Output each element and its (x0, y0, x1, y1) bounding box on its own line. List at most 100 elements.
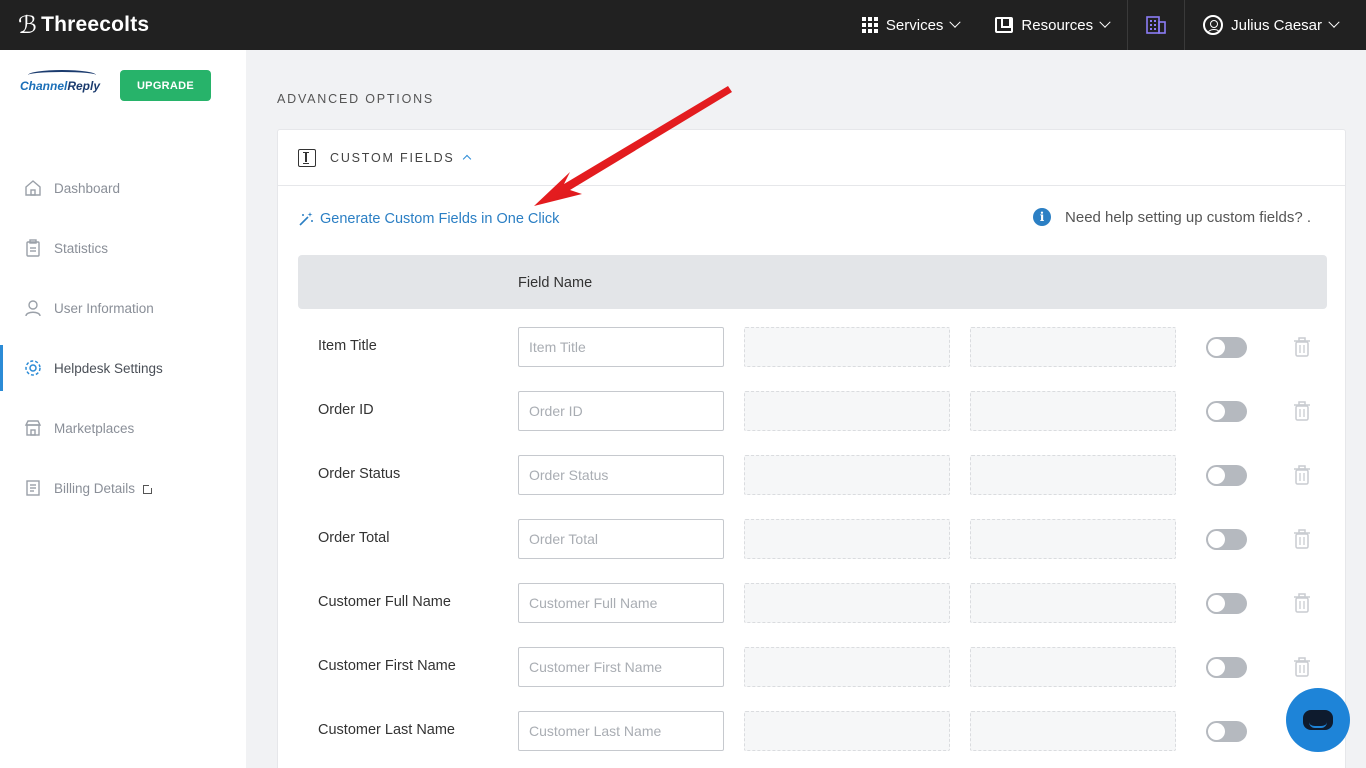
table-row: Customer Last Name (298, 711, 1327, 751)
building-button[interactable] (1128, 0, 1184, 50)
field-toggle[interactable] (1206, 529, 1247, 550)
help-label: Need help setting up custom fields? . (1065, 208, 1311, 226)
user-icon (25, 300, 41, 317)
trash-icon[interactable] (1294, 657, 1310, 677)
field-label: Item Title (318, 338, 377, 354)
chat-icon (1303, 710, 1333, 730)
field-name-input[interactable] (518, 583, 724, 623)
sidebar-item-label: Billing Details (54, 480, 136, 496)
chevron-down-icon (1328, 16, 1340, 28)
help-text[interactable]: i Need help setting up custom fields? . (1033, 208, 1311, 226)
field-label: Order Total (318, 530, 390, 546)
external-link-icon (143, 482, 155, 494)
magic-wand-icon (299, 212, 313, 226)
trash-icon[interactable] (1294, 593, 1310, 613)
field-name-input[interactable] (518, 647, 724, 687)
threecolts-mark-icon: ℬ (18, 11, 38, 39)
sidebar-item-dashboard[interactable]: Dashboard (0, 158, 246, 218)
top-bar: ℬ Threecolts Services Resources Julius C… (0, 0, 1366, 50)
channelreply-logo[interactable]: ChannelReply (20, 70, 100, 106)
resources-menu[interactable]: Resources (977, 0, 1127, 50)
trash-icon[interactable] (1294, 401, 1310, 421)
field-toggle[interactable] (1206, 657, 1247, 678)
field-toggle[interactable] (1206, 593, 1247, 614)
card-title: CUSTOM FIELDS (330, 150, 455, 165)
building-icon (1146, 16, 1166, 34)
field-name-input[interactable] (518, 327, 724, 367)
trash-icon[interactable] (1294, 465, 1310, 485)
field-label: Order ID (318, 402, 374, 418)
empty-field-slot (744, 711, 950, 751)
table-row: Order ID (298, 391, 1327, 431)
trash-icon[interactable] (1294, 337, 1310, 357)
empty-field-slot (744, 455, 950, 495)
field-toggle[interactable] (1206, 465, 1247, 486)
empty-field-slot (970, 391, 1176, 431)
sidebar-item-label: Statistics (54, 240, 109, 256)
user-menu[interactable]: Julius Caesar (1185, 0, 1366, 50)
field-label: Order Status (318, 466, 401, 482)
section-title: ADVANCED OPTIONS (277, 92, 435, 106)
field-label: Customer First Name (318, 658, 456, 674)
field-name-input[interactable] (518, 711, 724, 751)
receipt-icon (26, 480, 40, 496)
field-toggle[interactable] (1206, 401, 1247, 422)
store-icon (24, 420, 42, 436)
trash-icon[interactable] (1294, 529, 1310, 549)
empty-field-slot (970, 519, 1176, 559)
empty-field-slot (744, 391, 950, 431)
user-circle-icon (1203, 15, 1224, 35)
table-row: Customer Full Name (298, 583, 1327, 623)
field-name-input[interactable] (518, 455, 724, 495)
clipboard-icon (26, 239, 40, 257)
table-row: Item Title (298, 327, 1327, 367)
chevron-down-icon (1099, 16, 1111, 28)
generate-custom-fields-link[interactable]: Generate Custom Fields in One Click (298, 211, 559, 227)
table-header: Field Name (298, 255, 1327, 309)
home-icon (25, 180, 41, 196)
sidebar-item-label: Dashboard (54, 180, 121, 196)
sidebar-item-statistics[interactable]: Statistics (0, 218, 246, 278)
field-name-input[interactable] (518, 519, 724, 559)
table-row: Order Total (298, 519, 1327, 559)
services-menu[interactable]: Services (844, 0, 978, 50)
sidebar-item-user-information[interactable]: User Information (0, 278, 246, 338)
user-name: Julius Caesar (1231, 16, 1322, 34)
grid-icon (861, 17, 878, 33)
empty-field-slot (970, 711, 1176, 751)
custom-fields-card: CUSTOM FIELDS Generate Custom Fields in … (277, 129, 1346, 768)
sidebar-item-label: User Information (54, 300, 154, 316)
field-toggle[interactable] (1206, 337, 1247, 358)
field-name-input[interactable] (518, 391, 724, 431)
sidebar-item-billing-details[interactable]: Billing Details (0, 458, 246, 518)
empty-field-slot (970, 455, 1176, 495)
empty-field-slot (744, 583, 950, 623)
brand-name: Threecolts (41, 13, 150, 36)
empty-field-slot (744, 327, 950, 367)
gear-icon (25, 360, 41, 376)
card-header[interactable]: CUSTOM FIELDS (278, 130, 1345, 186)
generate-link-label: Generate Custom Fields in One Click (320, 211, 560, 227)
text-field-icon (298, 148, 316, 167)
table-row: Order Status (298, 455, 1327, 495)
empty-field-slot (970, 583, 1176, 623)
empty-field-slot (970, 327, 1176, 367)
logo-text-reply: Reply (67, 79, 101, 93)
chevron-up-icon[interactable] (462, 154, 471, 164)
column-header-field-name: Field Name (518, 275, 593, 291)
empty-field-slot (744, 519, 950, 559)
sidebar-item-marketplaces[interactable]: Marketplaces (0, 398, 246, 458)
field-toggle[interactable] (1206, 721, 1247, 742)
table-row: Customer First Name (298, 647, 1327, 687)
sidebar-item-helpdesk-settings[interactable]: Helpdesk Settings (0, 338, 246, 398)
sidebar-item-label: Helpdesk Settings (54, 360, 163, 376)
logo-text-channel: Channel (20, 79, 68, 93)
threecolts-logo[interactable]: ℬ Threecolts (18, 11, 149, 40)
chat-widget-button[interactable] (1286, 688, 1350, 752)
empty-field-slot (970, 647, 1176, 687)
sidebar-nav: Dashboard Statistics User Information He… (0, 158, 246, 518)
top-nav: Services Resources Julius Caesar (844, 0, 1366, 50)
empty-field-slot (744, 647, 950, 687)
sidebar-item-label: Marketplaces (54, 420, 135, 436)
upgrade-button[interactable]: UPGRADE (120, 70, 211, 101)
